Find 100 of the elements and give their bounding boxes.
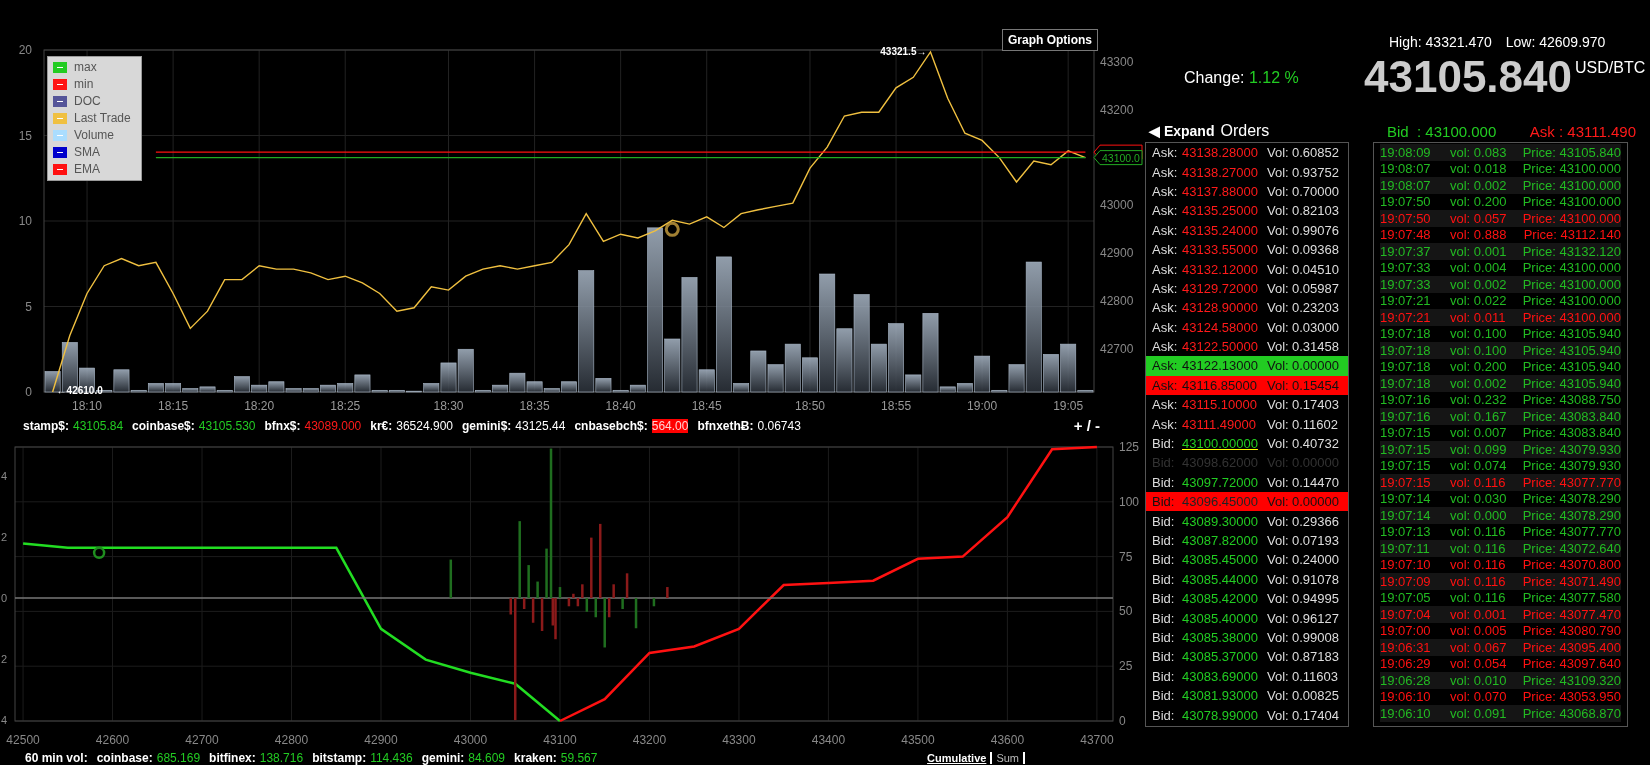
trade-volume: vol: 0.099 (1450, 441, 1508, 457)
order-price[interactable]: 43138.27000 (1182, 164, 1267, 180)
order-price[interactable]: 43085.42000 (1182, 591, 1267, 607)
expand-button[interactable]: ◀ Expand (1149, 123, 1215, 139)
zoom-control[interactable]: + / - (1073, 417, 1100, 434)
legend-label[interactable]: SMA (74, 145, 100, 159)
trade-time: 19:07:18 (1380, 375, 1432, 391)
trade-volume: vol: 0.116 (1450, 474, 1507, 490)
exchange-price: 0.06743 (757, 418, 801, 433)
order-volume: 0.82103 (1292, 203, 1340, 219)
axis-label: 43100 (543, 733, 577, 747)
high-price: High: 43321.470 (1389, 34, 1492, 50)
legend-label[interactable]: DOC (74, 94, 101, 108)
order-price[interactable]: 43122.50000 (1182, 339, 1267, 355)
order-side: Ask: (1152, 203, 1179, 219)
time-label: 18:15 (158, 399, 189, 413)
order-price[interactable]: 43116.85000 (1182, 377, 1267, 393)
trade-price: Price: 43112.140 (1523, 227, 1621, 243)
order-price[interactable]: 43115.10000 (1182, 397, 1267, 413)
trade-time: 19:06:28 (1380, 672, 1432, 688)
order-side: Ask: (1152, 164, 1179, 180)
order-price[interactable]: 43137.88000 (1182, 183, 1267, 199)
exchange-volume: 114.436 (370, 750, 413, 765)
graph-options-button[interactable]: Graph Options (1002, 29, 1098, 51)
time-label: 18:45 (691, 399, 722, 413)
order-price[interactable]: 43083.69000 (1182, 668, 1267, 684)
order-volume: 0.91078 (1292, 571, 1340, 587)
trade-time: 19:06:29 (1380, 656, 1432, 672)
order-side: Bid: (1152, 591, 1176, 607)
volume-label: Vol: (1267, 203, 1290, 219)
order-price[interactable]: 43124.58000 (1182, 319, 1267, 335)
trade-time: 19:08:07 (1380, 161, 1432, 177)
order-price[interactable]: 43132.12000 (1182, 261, 1267, 277)
order-price[interactable]: 43085.38000 (1182, 629, 1267, 645)
buy-volume-bar (621, 598, 624, 609)
order-volume: 0.40732 (1292, 436, 1340, 452)
trade-volume: vol: 0.091 (1450, 705, 1508, 721)
order-price[interactable]: 43081.93000 (1182, 688, 1267, 704)
axis-label: 42900 (1100, 246, 1134, 261)
order-volume: 0.29366 (1292, 513, 1340, 529)
order-volume: 0.99076 (1292, 222, 1340, 238)
order-price[interactable]: 43087.82000 (1182, 533, 1267, 548)
order-price[interactable]: 43138.28000 (1182, 145, 1267, 161)
trade-volume: vol: 0.011 (1450, 309, 1507, 325)
order-volume: 0.14470 (1292, 474, 1340, 490)
order-price[interactable]: 43129.72000 (1182, 280, 1267, 296)
order-side: Ask: (1152, 300, 1179, 316)
exchange-volume: 59.567 (560, 750, 598, 765)
order-side: Bid: (1152, 474, 1176, 490)
trade-price: Price: 43105.940 (1522, 359, 1621, 375)
sell-volume-bar (509, 598, 512, 615)
volume-label: Vol: (1267, 494, 1290, 510)
order-price[interactable]: 43128.90000 (1182, 300, 1267, 316)
trade-time: 19:07:04 (1380, 606, 1432, 622)
trade-price: Price: 43105.940 (1522, 375, 1621, 391)
buy-volume-bar (603, 598, 606, 648)
legend-label[interactable]: min (74, 77, 94, 91)
time-label: 18:20 (244, 399, 275, 413)
legend-label[interactable]: Last Trade (74, 111, 131, 125)
volume-label: Vol: (1267, 261, 1290, 277)
order-price[interactable]: 43085.40000 (1182, 610, 1267, 626)
legend-label[interactable]: EMA (74, 162, 100, 176)
depth-mode-tab[interactable]: Cumulative (927, 751, 993, 764)
order-price[interactable]: 43122.13000 (1182, 358, 1267, 374)
series-label: 43100.0 (1102, 151, 1141, 164)
legend-label[interactable]: Volume (74, 128, 115, 142)
order-price[interactable]: 43089.30000 (1182, 513, 1267, 529)
trade-price: Price: 43088.750 (1522, 392, 1621, 408)
order-side: Ask: (1152, 319, 1179, 335)
order-price[interactable]: 43085.44000 (1182, 571, 1267, 587)
axis-label: 43500 (901, 733, 935, 747)
order-price[interactable]: 43085.45000 (1182, 552, 1267, 568)
order-price[interactable]: 43135.25000 (1182, 203, 1267, 219)
trade-price: Price: 43072.640 (1522, 540, 1621, 556)
trade-price: Price: 43079.930 (1522, 458, 1621, 474)
time-label: 19:05 (1053, 399, 1084, 413)
depth-mode-tab[interactable]: Sum (996, 751, 1025, 764)
order-price[interactable]: 43097.72000 (1182, 474, 1267, 490)
exchange-volume: 138.716 (259, 750, 304, 765)
trade-volume: vol: 0.074 (1450, 458, 1508, 474)
order-side: Ask: (1152, 358, 1179, 374)
order-price[interactable]: 43085.37000 (1182, 649, 1267, 665)
order-price[interactable]: 43111.49000 (1182, 416, 1267, 432)
sell-volume-bar (522, 598, 526, 609)
order-price[interactable]: 43096.45000 (1182, 494, 1267, 510)
best-quote: Ask : 43111.490 (1529, 123, 1636, 140)
order-price[interactable]: 43135.24000 (1182, 222, 1267, 238)
trade-time: 19:07:18 (1380, 359, 1432, 375)
trade-volume: vol: 0.018 (1450, 161, 1508, 177)
time-label: 18:55 (881, 399, 912, 413)
order-price[interactable]: 43100.00000 (1182, 436, 1267, 452)
order-price[interactable]: 43078.99000 (1182, 707, 1267, 723)
legend-label[interactable]: max (74, 60, 97, 74)
trade-time: 19:07:16 (1380, 408, 1432, 424)
order-side: Ask: (1152, 397, 1179, 413)
axis-label: 5 (25, 299, 32, 314)
order-side: Ask: (1152, 339, 1179, 355)
trade-volume: vol: 0.004 (1450, 260, 1508, 276)
order-price[interactable]: 43133.55000 (1182, 242, 1267, 258)
trade-time: 19:07:09 (1380, 573, 1432, 589)
